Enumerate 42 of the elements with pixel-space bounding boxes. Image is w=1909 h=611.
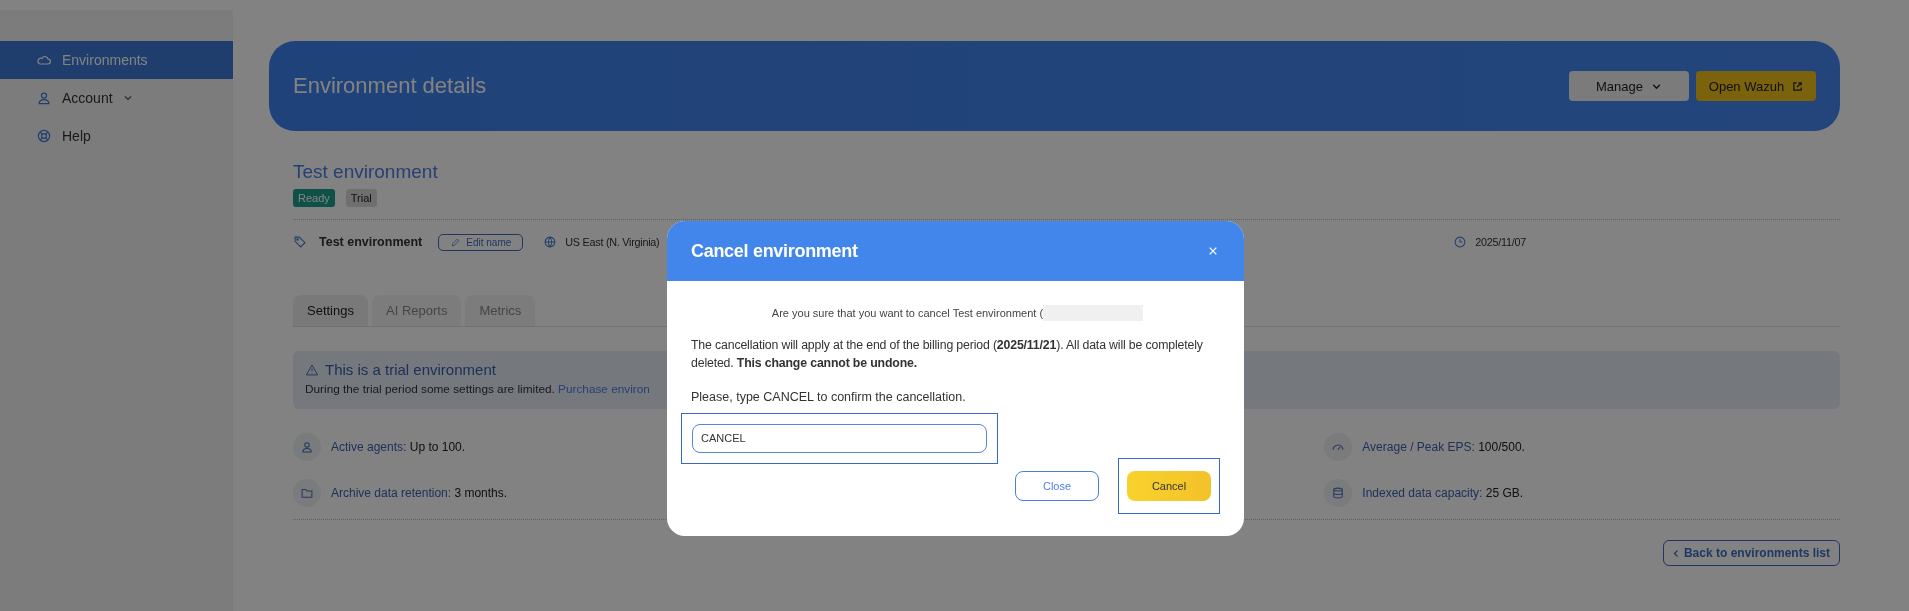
feature-text: Active agents: Up to 100.: [331, 440, 466, 454]
purchase-link[interactable]: Purchase environ: [558, 382, 650, 396]
gauge-icon: [1324, 433, 1353, 461]
alert-title: This is a trial environment: [325, 361, 496, 378]
confirm-prompt: Please, type CANCEL to confirm the cancellation.: [691, 389, 967, 404]
warning-icon: [305, 362, 319, 377]
external-link-icon: [1792, 80, 1804, 92]
info-text: US East (N. Virginia): [565, 236, 660, 248]
environment-title: Test environment: [293, 161, 439, 183]
user-icon: [293, 433, 321, 461]
manage-button[interactable]: Manage: [1569, 71, 1689, 101]
feature-text: Indexed data capacity: 25 GB.: [1362, 486, 1524, 500]
folder-icon: [293, 479, 321, 507]
edit-name-button[interactable]: Edit name: [438, 233, 524, 251]
confirm-input[interactable]: CANCEL: [692, 423, 987, 453]
plan-badge: Trial: [345, 189, 377, 207]
chevron-left-icon: [1672, 548, 1679, 558]
clock-icon: [1453, 235, 1468, 249]
sidebar-item[interactable]: Account: [0, 79, 233, 117]
feature-text: Average / Peak EPS: 100/500.: [1362, 440, 1525, 454]
status-badge: Ready: [293, 189, 335, 207]
dialog-title: Cancel environment: [691, 240, 858, 262]
lifebuoy-icon: [36, 128, 52, 144]
user-icon: [36, 90, 52, 106]
alert-text: During the trial period some settings are limited. Purchase environ: [305, 382, 651, 396]
sidebar-item[interactable]: Environments: [0, 41, 233, 79]
open-button[interactable]: Open Wazuh: [1696, 71, 1816, 101]
feature-text: Archive data retention: 3 months.: [331, 486, 508, 500]
close-dialog-button[interactable]: Close: [1015, 470, 1099, 501]
back-button[interactable]: Back to environments list: [1662, 540, 1840, 566]
page-title: Environment details: [293, 73, 487, 99]
cancellation-message: The cancellation will apply at the end of the billing period (2025/11/21). All data will be completely deleted. This change cannot be undone.: [691, 337, 1204, 372]
tab[interactable]: Settings: [293, 295, 368, 326]
cancel-button[interactable]: Cancel: [1127, 470, 1211, 501]
globe-icon: [543, 235, 558, 249]
confirmation-question: Are you sure that you want to cancel Test environment (: [771, 307, 1044, 319]
database-icon: [1324, 479, 1353, 507]
info-text: Test environment: [319, 235, 423, 249]
tag-icon: [293, 235, 307, 249]
info-text: 2025/11/07: [1475, 236, 1526, 248]
pencil-icon: [450, 236, 462, 248]
sidebar-item[interactable]: Help: [0, 117, 233, 155]
